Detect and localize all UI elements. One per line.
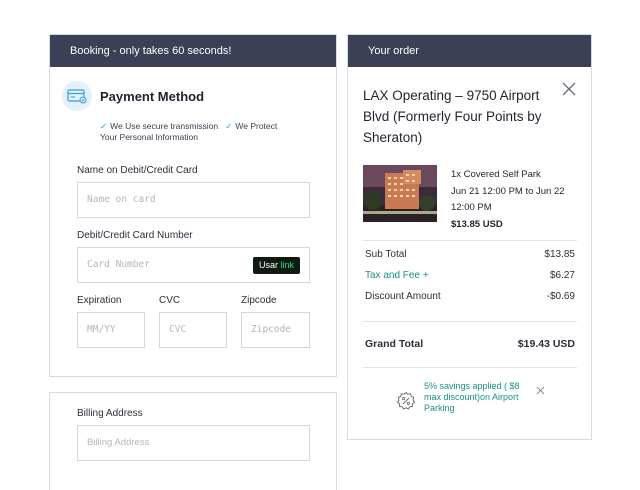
payment-method-title: Payment Method [100,88,205,104]
subtotal-value: $13.85 [544,249,575,260]
order-panel: Your order LAX Operating – 9750 Airport … [347,34,592,440]
grand-total-label: Grand Total [365,338,424,350]
usar-link-button[interactable]: Usar link [252,257,300,274]
we-protect-text: We Protect [235,121,278,131]
tax-value: $6.27 [549,270,575,281]
grand-total-row: Grand Total $19.43 USD [365,338,575,350]
secure-transmission-text: We Use secure transmission [110,121,219,131]
close-icon[interactable] [561,81,577,97]
divider [363,367,577,368]
subtotal-label: Sub Total [365,249,407,260]
divider [363,240,577,241]
cvc-input[interactable]: CVC [159,312,227,348]
cvc-label: CVC [159,295,181,306]
card-number-input[interactable]: Card Number Usar link [77,247,310,283]
payment-method-heading: Payment Method [62,81,204,111]
personal-info-text: Your Personal Information [100,132,198,142]
booking-panel: Booking - only takes 60 seconds! Payment… [49,34,337,377]
billing-panel: Billing Address Billing Address [49,392,337,490]
discount-icon [396,391,416,410]
close-icon[interactable] [536,386,545,395]
discount-label: Discount Amount [365,291,441,302]
card-number-placeholder: Card Number [87,259,150,270]
order-header: Your order [348,35,591,67]
parking-dates: Jun 21 12:00 PM to Jun 22 12:00 PM [451,185,565,214]
tax-and-fee-toggle[interactable]: Tax and Fee + [365,270,429,281]
usar-text: Usar [258,260,278,270]
check-icon: ✓ [225,121,233,131]
divider [363,321,577,322]
expiration-input[interactable]: MM/YY [77,312,145,348]
promo-banner: 5% savings applied ( $8 max discount)on … [396,381,546,414]
check-icon: ✓ [100,121,108,131]
link-text: link [280,260,294,270]
booking-details: 1x Covered Self Park Jun 21 12:00 PM to … [451,167,586,233]
parking-type: 1x Covered Self Park [451,169,541,180]
tax-row: Tax and Fee + $6.27 [365,270,575,281]
name-on-card-input[interactable]: Name on card [77,182,310,218]
card-number-label: Debit/Credit Card Number [77,230,193,241]
card-icon [62,81,92,111]
hotel-photo [363,165,437,222]
billing-address-input[interactable]: Billing Address [77,425,310,461]
expiration-label: Expiration [77,295,122,306]
secure-info: ✓ We Use secure transmission ✓ We Protect … [100,121,330,143]
booking-header: Booking - only takes 60 seconds! [50,35,336,67]
subtotal-row: Sub Total $13.85 [365,249,575,260]
billing-address-label: Billing Address [77,408,143,419]
grand-total-value: $19.43 USD [517,338,575,350]
parking-price: $13.85 USD [451,218,503,230]
discount-row: Discount Amount -$0.69 [365,291,575,302]
location-title: LAX Operating – 9750 Airport Blvd (Forme… [363,88,542,145]
discount-value: -$0.69 [546,291,575,302]
zipcode-label: Zipcode [241,295,277,306]
name-on-card-label: Name on Debit/Credit Card [77,165,198,176]
promo-text: 5% savings applied ( $8 max discount)on … [424,381,520,413]
zipcode-input[interactable]: Zipcode [241,312,310,348]
